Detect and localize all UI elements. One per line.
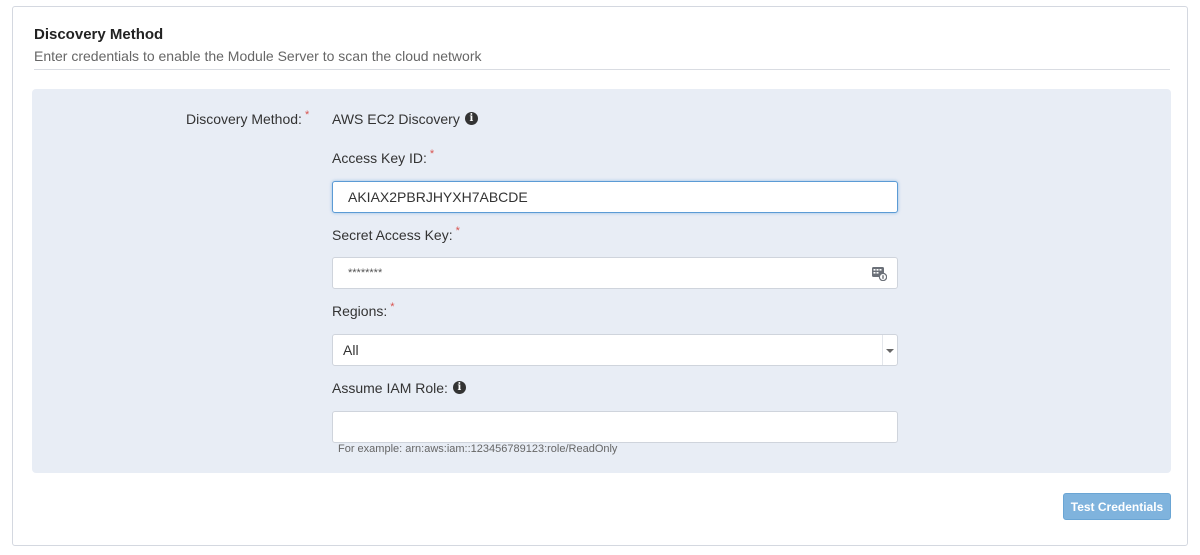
regions-label: Regions: *: [332, 301, 395, 320]
discovery-method-value-text: AWS EC2 Discovery: [332, 111, 460, 127]
panel-subtitle: Enter credentials to enable the Module S…: [34, 48, 482, 64]
secret-access-key-value: ********: [348, 267, 383, 279]
panel-header: Discovery Method Enter credentials to en…: [34, 26, 1170, 65]
info-circle-icon[interactable]: i: [452, 380, 466, 394]
access-key-id-label-text: Access Key ID:: [332, 150, 427, 166]
required-marker: *: [455, 225, 460, 237]
regions-select[interactable]: All: [332, 334, 898, 366]
access-key-id-input[interactable]: [332, 181, 898, 213]
secret-access-key-label-text: Secret Access Key:: [332, 227, 453, 243]
assume-iam-role-input[interactable]: [332, 411, 898, 443]
regions-label-text: Regions:: [332, 303, 388, 319]
discovery-method-panel: Discovery Method Enter credentials to en…: [12, 6, 1188, 546]
password-manager-icon[interactable]: [871, 265, 887, 281]
required-marker: *: [390, 301, 395, 313]
secret-access-key-input[interactable]: ********: [332, 257, 898, 289]
iam-role-helper-text: For example: arn:aws:iam::123456789123:r…: [338, 443, 618, 455]
header-divider: [34, 69, 1170, 70]
chevron-down-icon[interactable]: [882, 335, 897, 365]
regions-selected-value: All: [343, 342, 359, 358]
secret-access-key-label: Secret Access Key: *: [332, 225, 460, 244]
discovery-method-label: Discovery Method: *: [186, 109, 310, 128]
info-circle-icon[interactable]: i: [464, 111, 478, 125]
required-marker: *: [429, 148, 435, 160]
panel-title: Discovery Method: [34, 26, 164, 43]
required-marker: *: [304, 109, 310, 121]
assume-iam-role-label: Assume IAM Role: i: [332, 380, 466, 397]
credentials-form: Discovery Method: * AWS EC2 Discovery i Ac…: [32, 89, 1171, 473]
test-credentials-button[interactable]: Test Credentials: [1063, 493, 1171, 520]
access-key-id-label: Access Key ID: *: [332, 148, 435, 167]
assume-iam-role-label-text: Assume IAM Role:: [332, 380, 448, 396]
discovery-method-value: AWS EC2 Discovery i: [332, 111, 478, 128]
discovery-method-label-text: Discovery Method:: [186, 111, 302, 127]
